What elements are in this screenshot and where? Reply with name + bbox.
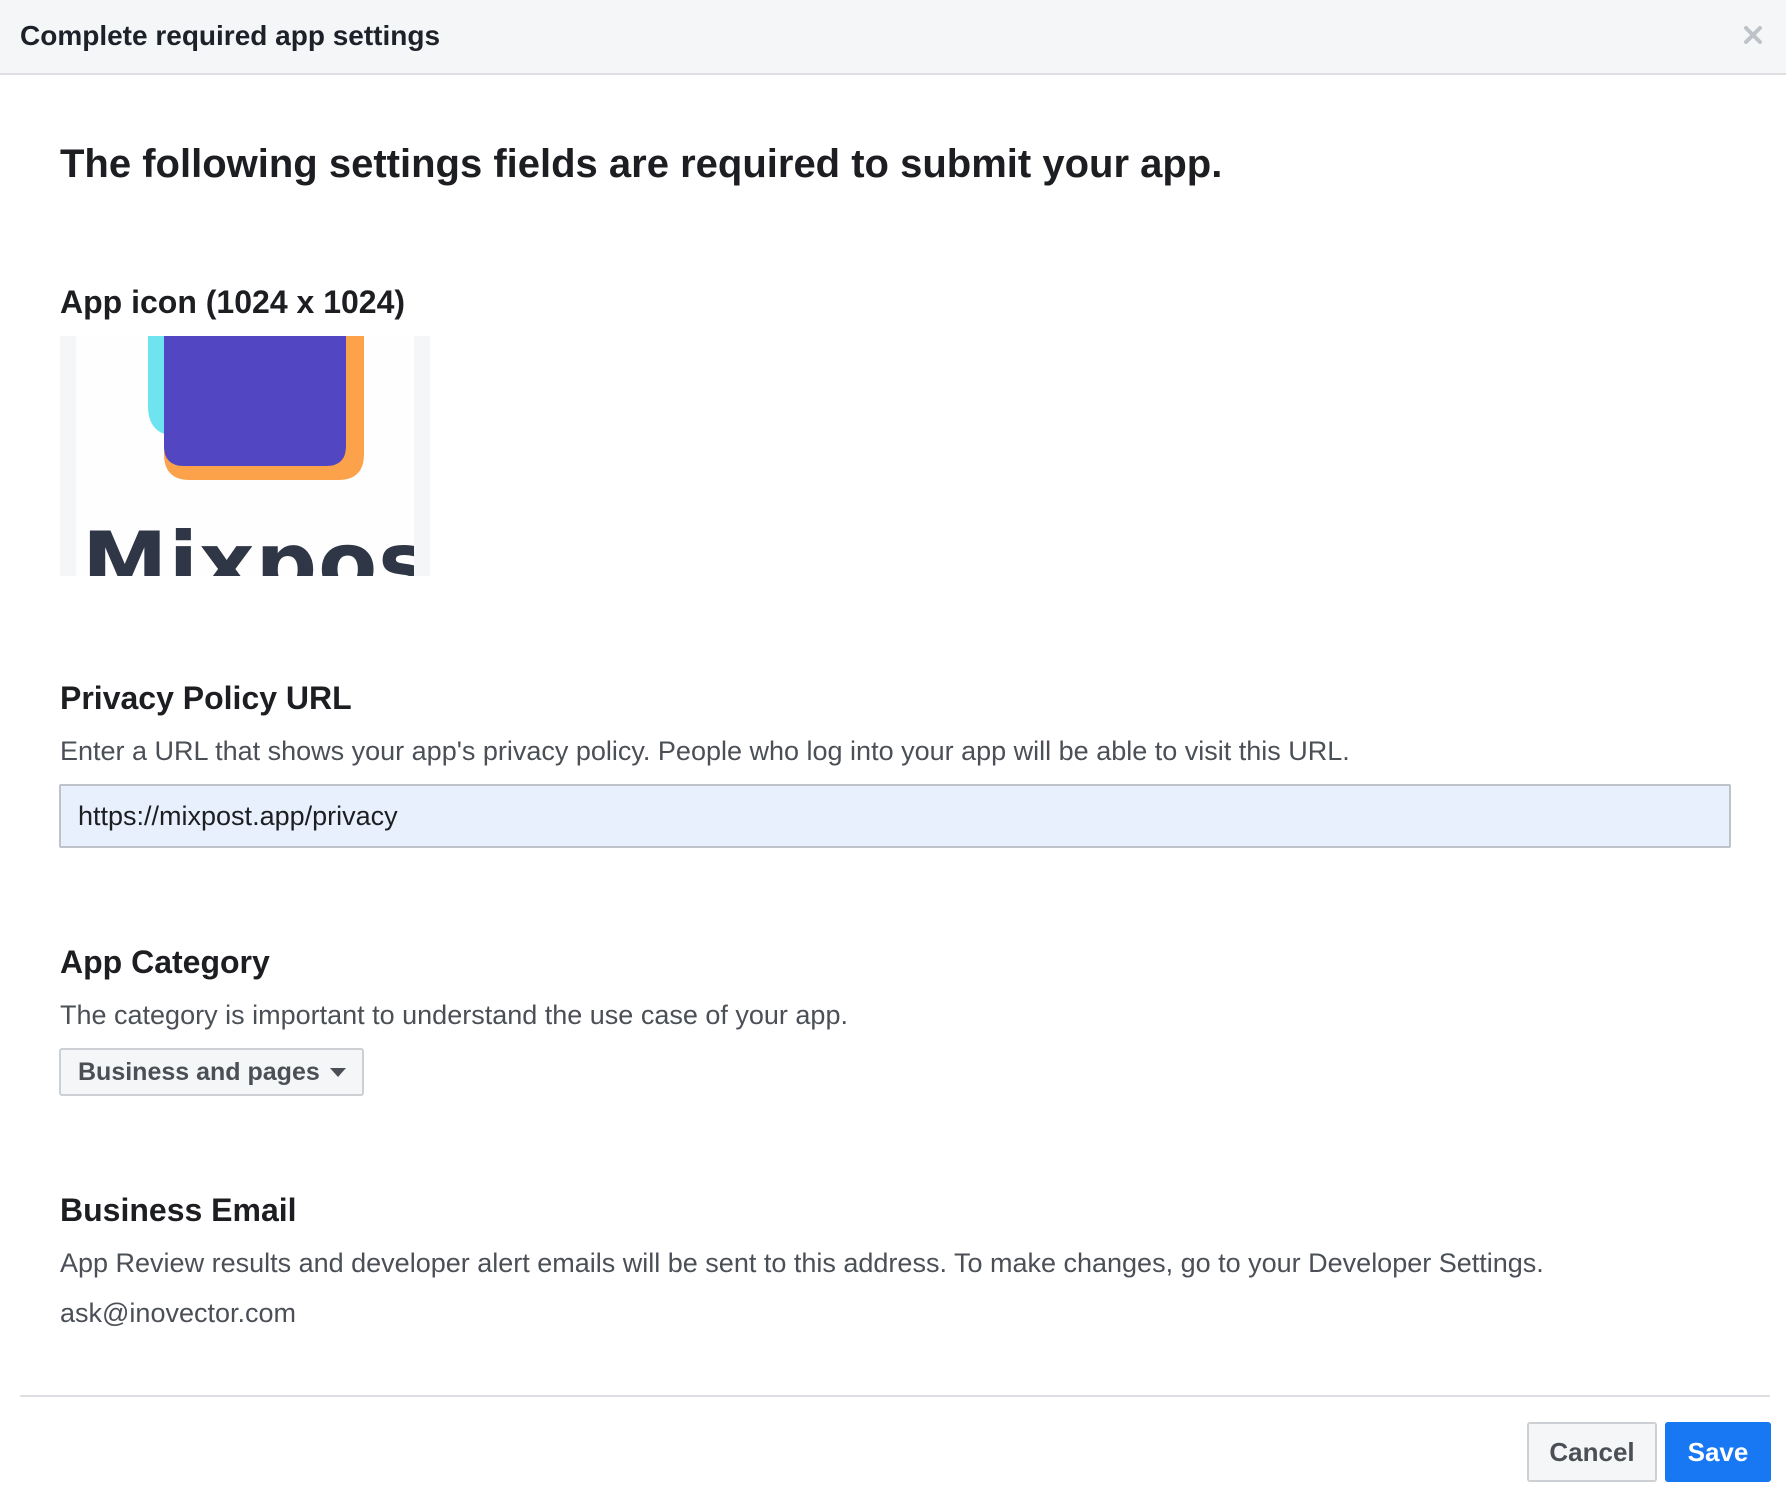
- app-icon-preview[interactable]: Mixpost: [60, 336, 430, 576]
- save-button[interactable]: Save: [1665, 1422, 1771, 1482]
- dialog-header: Complete required app settings: [0, 0, 1786, 75]
- app-logo-image: Mixpost: [76, 336, 414, 576]
- page-heading: The following settings fields are requir…: [60, 142, 1223, 186]
- app-category-dropdown[interactable]: Business and pages: [59, 1048, 364, 1096]
- app-category-description: The category is important to understand …: [60, 1000, 848, 1030]
- close-icon[interactable]: [1738, 20, 1768, 50]
- business-email-value: ask@inovector.com: [60, 1298, 296, 1328]
- caret-down-icon: [329, 1067, 346, 1077]
- privacy-policy-description: Enter a URL that shows your app's privac…: [60, 736, 1350, 766]
- business-email-description: App Review results and developer alert e…: [60, 1248, 1544, 1278]
- dialog-title: Complete required app settings: [20, 20, 441, 51]
- app-icon-title: App icon (1024 x 1024): [60, 284, 406, 320]
- cancel-button[interactable]: Cancel: [1527, 1422, 1657, 1482]
- business-email-title: Business Email: [60, 1192, 297, 1228]
- app-category-selected: Business and pages: [78, 1057, 320, 1086]
- app-category-title: App Category: [60, 944, 270, 980]
- logo-wordmark: Mixpost: [82, 514, 414, 576]
- privacy-policy-url-input[interactable]: [59, 784, 1731, 848]
- privacy-policy-title: Privacy Policy URL: [60, 680, 352, 716]
- footer-divider: [20, 1395, 1770, 1397]
- app-settings-dialog: Complete required app settings The follo…: [0, 0, 1786, 1502]
